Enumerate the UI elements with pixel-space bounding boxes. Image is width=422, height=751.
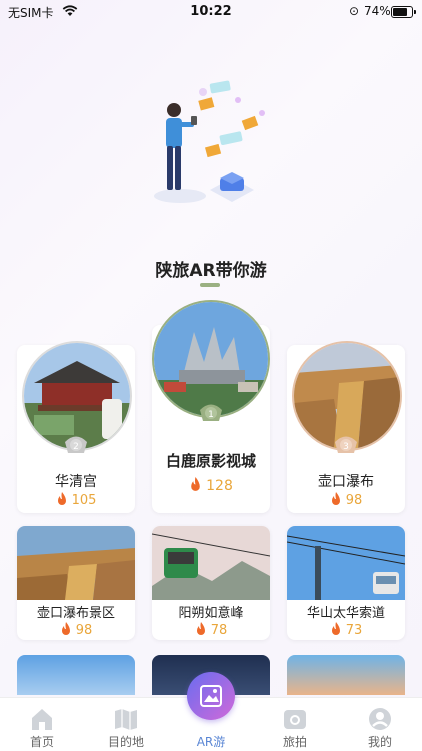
profile-icon: [369, 708, 391, 730]
svg-text:3: 3: [343, 442, 349, 452]
svg-text:2: 2: [73, 442, 79, 452]
rank-3-name: 壶口瀑布: [318, 474, 374, 490]
rank-2-hot: 105: [17, 492, 135, 508]
grid-3-photo: [287, 526, 405, 600]
camera-icon: [284, 710, 306, 729]
svg-text:1: 1: [208, 410, 214, 420]
rank-3-hot: 98: [287, 492, 405, 508]
rank-2-badge: 2: [65, 436, 87, 453]
tab-home-label: 首页: [29, 735, 54, 749]
tab-photo-label: 旅拍: [282, 735, 307, 749]
tab-destination[interactable]: 目的地: [84, 698, 168, 751]
rank-1-name: 白鹿原影视城: [165, 452, 256, 470]
grid-card-6-peek[interactable]: [287, 655, 405, 695]
ar-center-button[interactable]: [187, 672, 235, 720]
rank-2-name: 华清宫: [55, 474, 97, 490]
map-icon: [115, 709, 137, 730]
tab-home[interactable]: 首页: [0, 698, 84, 751]
grid-1-photo: [17, 526, 135, 600]
fire-icon: [196, 622, 205, 635]
grid-card-1[interactable]: 壶口瀑布景区 98: [17, 526, 135, 640]
rank-1-badge: 1: [200, 404, 222, 421]
rank-3-badge: 3: [335, 436, 357, 453]
tab-profile[interactable]: 我的: [338, 698, 422, 751]
grid-1-name: 壶口瀑布景区: [36, 606, 115, 621]
grid-2-name: 阳朔如意峰: [178, 606, 244, 621]
rank-card-1[interactable]: 1 白鹿原影视城 128: [152, 300, 270, 513]
section-title: 陕旅AR带你游: [155, 261, 267, 281]
tab-destination-label: 目的地: [107, 735, 144, 749]
home-icon: [32, 709, 52, 730]
battery-percent: 74%: [364, 4, 391, 18]
status-bar: 无SIM卡 10:22 ⊙ 74%: [0, 0, 422, 24]
fire-icon: [191, 477, 200, 491]
grid-1-hot: 98: [17, 622, 135, 638]
fire-icon: [57, 492, 66, 505]
grid-card-3[interactable]: 华山太华索道 73: [287, 526, 405, 640]
grid-2-photo: [152, 526, 270, 600]
grid-card-2[interactable]: 阳朔如意峰 78: [152, 526, 270, 640]
fire-icon: [331, 622, 340, 635]
orientation-lock-icon: ⊙: [349, 4, 360, 18]
rank-card-3[interactable]: 3 壶口瀑布 98: [287, 341, 405, 513]
title-underline: [200, 283, 220, 287]
grid-card-4-peek[interactable]: [17, 655, 135, 695]
grid-3-hot: 73: [287, 622, 405, 638]
battery-icon: [391, 6, 416, 18]
rank-1-hot: 128: [152, 477, 270, 494]
fire-icon: [331, 492, 340, 505]
fire-icon: [61, 622, 70, 635]
rank-card-2[interactable]: 2 华清宫 105: [17, 341, 135, 513]
tab-ar-label: AR游: [196, 735, 226, 749]
tab-photo[interactable]: 旅拍: [253, 698, 337, 751]
grid-2-hot: 78: [152, 622, 270, 638]
grid-3-name: 华山太华索道: [306, 606, 385, 621]
tab-profile-label: 我的: [367, 735, 392, 749]
ar-icon: [200, 685, 222, 707]
ar-illustration: [154, 80, 265, 203]
